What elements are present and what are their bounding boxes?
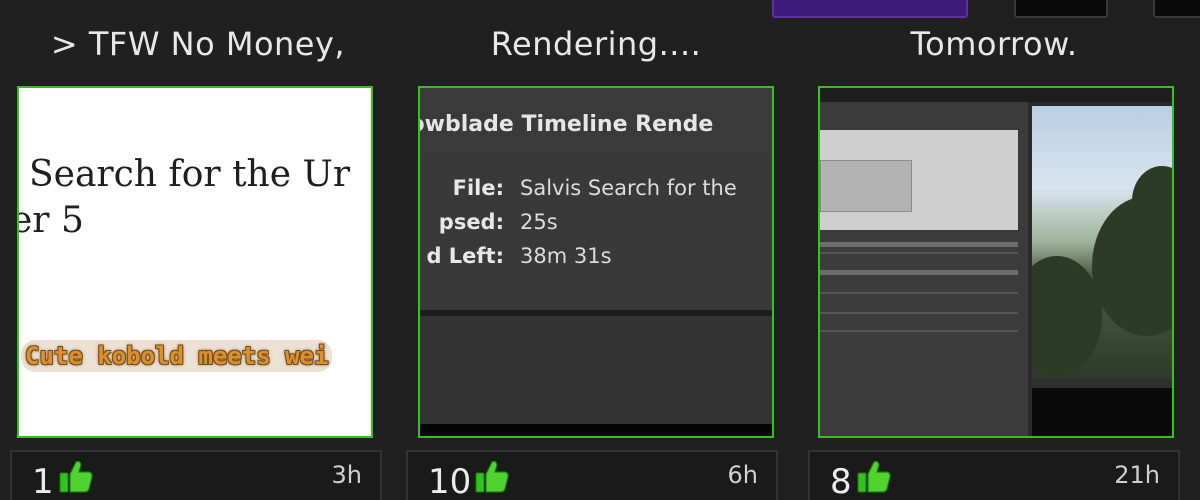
editor-track xyxy=(820,242,1018,247)
video-preview xyxy=(1032,106,1172,378)
post-thumbnail[interactable]: Search for the Ur er 5 Cute kobold meets… xyxy=(17,86,373,438)
render-info-value: 38m 31s xyxy=(520,244,612,268)
post-title[interactable]: Tomorrow. xyxy=(806,24,1182,72)
editor-preview-area xyxy=(820,130,1018,230)
render-info-value: Salvis Search for the xyxy=(520,176,737,200)
video-controls-bar xyxy=(1032,378,1172,388)
divider xyxy=(420,424,772,436)
dialog-title: lowblade Timeline Rende xyxy=(418,112,714,137)
post-title[interactable]: > TFW No Money, xyxy=(10,24,386,72)
post-thumbnail[interactable]: lowblade Timeline Rende File: Salvis Sea… xyxy=(418,86,774,438)
post-age: 6h xyxy=(727,461,758,489)
render-info-label: File: xyxy=(452,176,504,200)
dark-button-1[interactable] xyxy=(1014,0,1108,18)
editor-track xyxy=(820,270,1018,275)
render-info-row: psed: 25s xyxy=(420,210,772,240)
thumbs-up-icon[interactable] xyxy=(58,458,94,494)
post-age: 3h xyxy=(331,461,362,489)
like-count: 10 xyxy=(428,462,472,500)
post-card-3[interactable]: Tomorrow. 8 21h xyxy=(806,24,1182,500)
like-count: 8 xyxy=(830,462,852,500)
post-thumbnail[interactable] xyxy=(818,86,1174,438)
post-grid: > TFW No Money, Search for the Ur er 5 C… xyxy=(0,0,1200,500)
render-info-row: File: Salvis Search for the xyxy=(420,176,772,206)
dialog-lower-panel xyxy=(420,316,772,424)
thumbnail-caption: Cute kobold meets wei xyxy=(21,340,333,372)
dialog-body: File: Salvis Search for the psed: 25s d … xyxy=(420,158,772,310)
editor-track xyxy=(820,252,1018,254)
editor-track xyxy=(820,312,1018,314)
like-count: 1 xyxy=(32,462,54,500)
post-footer: 8 21h xyxy=(808,450,1180,500)
render-info-value: 25s xyxy=(520,210,558,234)
post-footer: 1 3h xyxy=(10,450,382,500)
thumbs-up-icon[interactable] xyxy=(856,458,892,494)
render-info-row: d Left: 38m 31s xyxy=(420,244,772,274)
render-info-label: d Left: xyxy=(426,244,504,268)
purple-action-button[interactable] xyxy=(772,0,968,18)
editor-clip-box xyxy=(820,160,912,212)
post-card-2[interactable]: Rendering.... lowblade Timeline Rende Fi… xyxy=(406,24,784,500)
editor-track xyxy=(820,330,1018,332)
post-title[interactable]: Rendering.... xyxy=(408,24,784,72)
post-card-1[interactable]: > TFW No Money, Search for the Ur er 5 C… xyxy=(10,24,386,500)
post-footer: 10 6h xyxy=(406,450,778,500)
dark-button-2[interactable] xyxy=(1153,0,1200,18)
render-info-label: psed: xyxy=(438,210,504,234)
editor-track xyxy=(820,292,1018,294)
thumbs-up-icon[interactable] xyxy=(474,458,510,494)
thumbnail-text: Search for the Ur xyxy=(29,154,351,195)
thumbnail-text: er 5 xyxy=(17,200,84,241)
post-age: 21h xyxy=(1114,461,1160,489)
editor-menubar xyxy=(820,88,1172,102)
editor-left-pane xyxy=(820,102,1028,436)
